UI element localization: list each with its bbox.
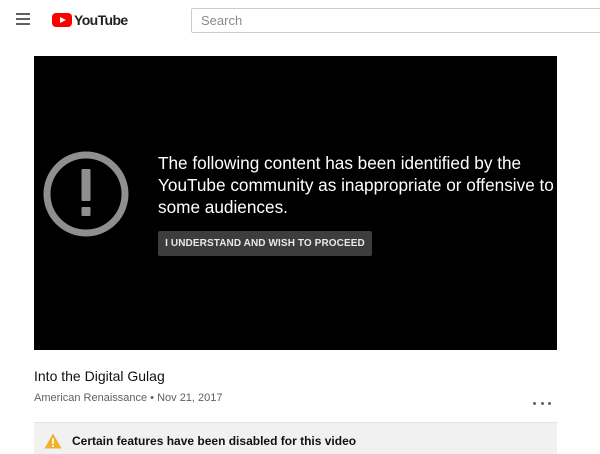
proceed-button[interactable]: I UNDERSTAND AND WISH TO PROCEED [158, 231, 372, 256]
exclamation-circle-icon [43, 151, 129, 237]
search-box[interactable] [191, 8, 600, 33]
more-horizontal-icon[interactable] [533, 398, 551, 408]
hamburger-menu-icon[interactable] [14, 12, 34, 28]
video-meta: American Renaissance • Nov 21, 2017 [34, 392, 223, 404]
video-title: Into the Digital Gulag [34, 368, 165, 384]
youtube-wordmark: YouTube [74, 12, 128, 28]
disabled-features-notice: Certain features have been disabled for … [34, 422, 557, 454]
masthead: YouTube [0, 0, 600, 40]
youtube-play-icon [52, 13, 72, 27]
search-input[interactable] [192, 9, 600, 32]
youtube-logo[interactable]: YouTube [52, 11, 128, 29]
warning-triangle-icon [44, 433, 62, 449]
content-warning-message: The following content has been identifie… [158, 153, 554, 217]
video-player: The following content has been identifie… [34, 56, 557, 350]
notice-text: Certain features have been disabled for … [72, 434, 357, 448]
